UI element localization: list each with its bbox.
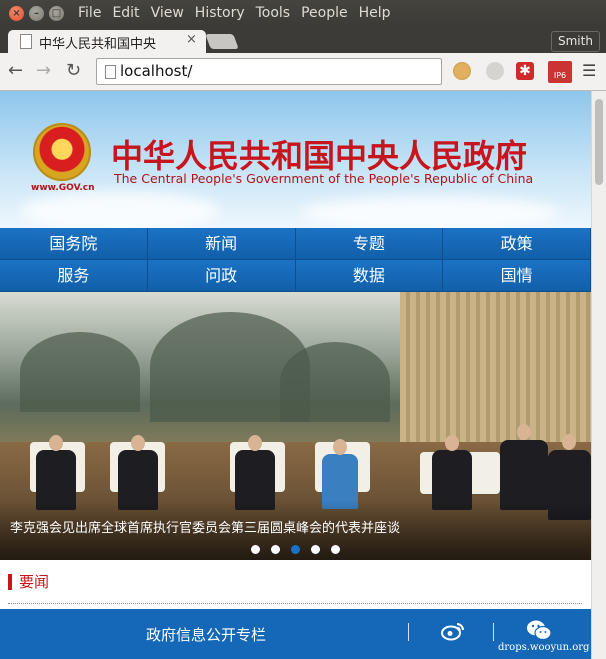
title-bar: × – □ File Edit View History Tools Peopl…	[0, 0, 606, 28]
window-maximize-icon[interactable]: □	[49, 6, 64, 21]
attendee-head	[445, 435, 459, 451]
menu-people[interactable]: People	[301, 5, 348, 21]
gov-info-disclosure-link[interactable]: 政府信息公开专栏	[146, 624, 266, 645]
carousel-dot-4[interactable]	[311, 545, 320, 554]
attendee-head	[333, 439, 347, 455]
ipv6-extension-icon[interactable]: IP6	[548, 61, 572, 83]
window-close-icon[interactable]: ×	[9, 6, 24, 21]
cookie-extension-icon[interactable]	[453, 62, 471, 80]
page-viewport: www.GOV.cn 中华人民共和国中央人民政府 The Central Peo…	[0, 91, 591, 659]
attendee-head	[131, 435, 145, 451]
forward-arrow-icon[interactable]: →	[36, 60, 51, 81]
scrollbar-thumb[interactable]	[595, 99, 603, 185]
attendee-head	[248, 435, 262, 451]
carousel-dot-3-active[interactable]	[291, 545, 300, 554]
carousel-dot-1[interactable]	[251, 545, 260, 554]
hamburger-menu-icon[interactable]: ☰	[582, 61, 596, 80]
carousel-dot-5[interactable]	[331, 545, 340, 554]
nav-zhengce[interactable]: 政策	[443, 228, 591, 260]
menu-view[interactable]: View	[151, 5, 184, 21]
menu-history[interactable]: History	[195, 5, 245, 21]
heading-accent-bar	[8, 574, 12, 590]
cloud-decoration	[20, 191, 220, 231]
national-emblem-logo	[33, 123, 91, 181]
attendee-head	[517, 424, 531, 440]
menu-bar: File Edit View History Tools People Help	[78, 5, 402, 21]
footer-separator	[493, 623, 494, 641]
carousel-dots	[251, 545, 351, 554]
attendee-head	[49, 435, 63, 451]
section-divider	[8, 603, 582, 604]
curtain-backdrop	[400, 292, 591, 457]
profile-button[interactable]: Smith	[551, 31, 600, 52]
address-bar[interactable]: localhost/	[96, 58, 442, 85]
nav-guowuyuan[interactable]: 国务院	[0, 228, 148, 260]
footer-separator	[408, 623, 409, 641]
window-minimize-icon[interactable]: –	[29, 6, 44, 21]
site-subtitle: The Central People's Government of the P…	[114, 171, 534, 186]
news-label[interactable]: 要闻	[19, 571, 49, 592]
menu-edit[interactable]: Edit	[112, 5, 139, 21]
main-nav: 国务院 新闻 专题 政策 服务 问政 数据 国情	[0, 228, 591, 292]
weibo-icon[interactable]	[441, 621, 465, 641]
mountain-shape	[280, 342, 390, 422]
watermark: drops.wooyun.org	[498, 642, 590, 653]
reload-icon[interactable]: ↻	[66, 60, 81, 81]
attendee-head	[562, 434, 576, 450]
tab-close-icon[interactable]: ×	[186, 32, 197, 47]
wechat-icon[interactable]	[526, 619, 552, 641]
browser-tab[interactable]: 中华人民共和国中央 ×	[8, 30, 206, 53]
new-tab-button[interactable]	[205, 34, 239, 49]
tab-strip: 中华人民共和国中央 × Smith	[0, 28, 606, 53]
page-favicon-icon	[20, 34, 32, 49]
nav-fuwu[interactable]: 服务	[0, 260, 148, 292]
nav-guoqing[interactable]: 国情	[443, 260, 591, 292]
nav-zhuanti[interactable]: 专题	[295, 228, 444, 260]
tab-title: 中华人民共和国中央	[39, 37, 157, 52]
footer-bar: 政府信息公开专栏 drops.wooyun.org	[0, 609, 591, 659]
page-icon	[105, 65, 116, 79]
nav-xinwen[interactable]: 新闻	[147, 228, 296, 260]
menu-help[interactable]: Help	[359, 5, 391, 21]
mountain-shape	[20, 332, 140, 412]
cloud-decoration	[300, 196, 560, 230]
menu-file[interactable]: File	[78, 5, 101, 21]
browser-toolbar: ← → ↻ localhost/ ✱ IP6 ☰	[0, 53, 606, 91]
site-banner: www.GOV.cn 中华人民共和国中央人民政府 The Central Peo…	[0, 91, 591, 231]
asterisk-extension-icon[interactable]: ✱	[516, 62, 534, 80]
great-wall-painting	[0, 292, 400, 442]
nav-wenzheng[interactable]: 问政	[147, 260, 296, 292]
nav-shuju[interactable]: 数据	[295, 260, 444, 292]
extension-icon[interactable]	[486, 62, 504, 80]
vertical-scrollbar[interactable]	[591, 91, 606, 659]
hero-carousel[interactable]: 李克强会见出席全球首席执行官委员会第三届圆桌峰会的代表并座谈	[0, 292, 591, 560]
back-arrow-icon[interactable]: ←	[8, 60, 23, 81]
carousel-dot-2[interactable]	[271, 545, 280, 554]
menu-tools[interactable]: Tools	[256, 5, 291, 21]
address-text[interactable]: localhost/	[120, 62, 192, 80]
hero-caption[interactable]: 李克强会见出席全球首席执行官委员会第三届圆桌峰会的代表并座谈	[10, 517, 400, 536]
logo-url: www.GOV.cn	[31, 183, 95, 193]
